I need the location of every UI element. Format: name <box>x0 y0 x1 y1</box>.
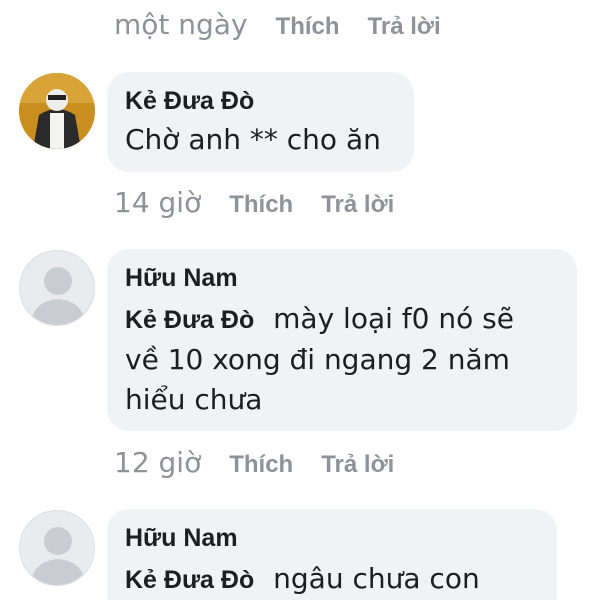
comment-author[interactable]: Hữu Nam <box>125 263 557 293</box>
comment-text-line: mày loại f0 nó sẽ <box>273 302 514 335</box>
like-button[interactable]: Thích <box>276 13 340 41</box>
comment-text-line: về 10 xong đi ngang 2 năm <box>125 343 510 376</box>
default-user-icon <box>30 267 86 325</box>
reply-button[interactable]: Trả lời <box>321 451 394 479</box>
comment-author[interactable]: Hữu Nam <box>125 523 537 553</box>
like-button[interactable]: Thích <box>229 191 293 219</box>
comment-meta-row: một ngày Thích Trả lời <box>114 8 441 41</box>
avatar[interactable] <box>19 250 95 326</box>
default-user-icon <box>30 527 86 585</box>
user-photo-icon <box>19 73 95 149</box>
comment-bubble: Hữu Nam Kẻ Đưa Đò mày loại f0 nó sẽ về 1… <box>107 249 577 431</box>
comment-timestamp: 12 giờ <box>114 446 202 479</box>
mention-link[interactable]: Kẻ Đưa Đò <box>125 306 254 334</box>
comment-timestamp: một ngày <box>114 8 248 41</box>
comment-bubble: Hữu Nam Kẻ Đưa Đò ngâu chưa con <box>107 509 557 600</box>
comment-text-line: ngâu chưa con <box>273 562 480 595</box>
comment-meta-row: 12 giờ Thích Trả lời <box>114 446 394 479</box>
mention-link[interactable]: Kẻ Đưa Đò <box>125 566 254 594</box>
comment-meta-row: 14 giờ Thích Trả lời <box>114 186 394 219</box>
comment-text: Chờ anh ** cho ăn <box>125 123 381 156</box>
avatar[interactable] <box>19 73 95 149</box>
comment-text: Kẻ Đưa Đò mày loại f0 nó sẽ <box>125 299 557 340</box>
comment-bubble: Kẻ Đưa Đò Chờ anh ** cho ăn <box>107 72 414 172</box>
avatar[interactable] <box>19 510 95 586</box>
like-button[interactable]: Thích <box>229 451 293 479</box>
comment-text: Kẻ Đưa Đò ngâu chưa con <box>125 559 537 600</box>
comment-text-line: hiểu chưa <box>125 383 263 416</box>
reply-button[interactable]: Trả lời <box>321 191 394 219</box>
comment-timestamp: 14 giờ <box>114 186 202 219</box>
reply-button[interactable]: Trả lời <box>368 13 441 41</box>
comment-author[interactable]: Kẻ Đưa Đò <box>125 86 394 116</box>
